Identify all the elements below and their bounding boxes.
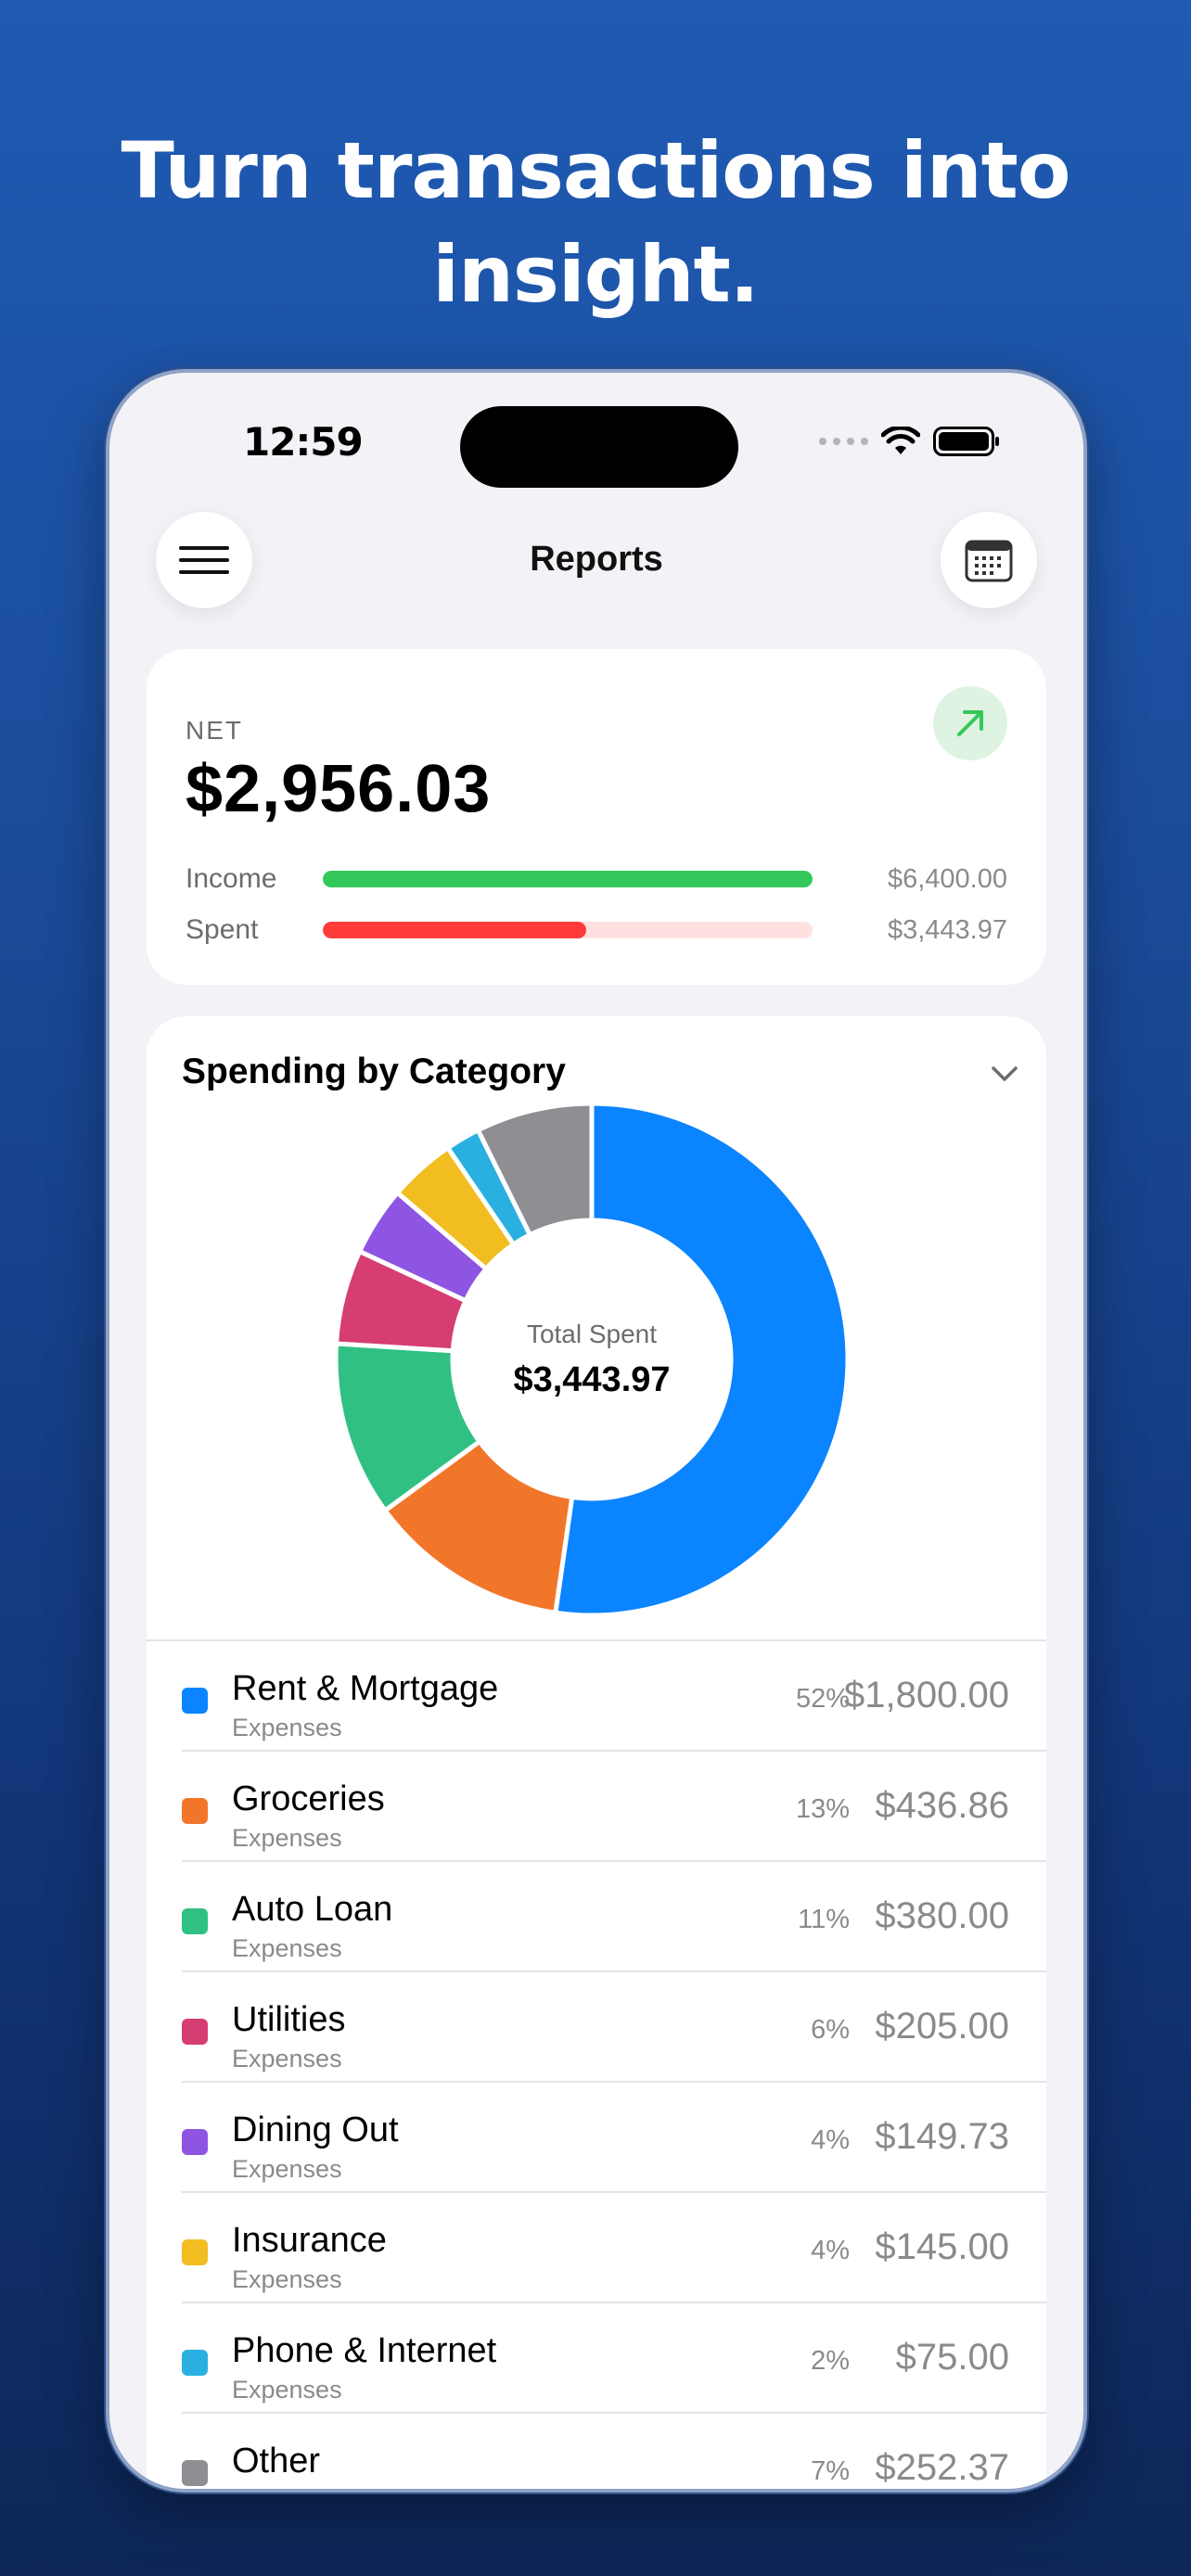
category-percent: 4% — [811, 2125, 850, 2155]
category-group: Expenses — [232, 1934, 342, 1962]
spending-donut-chart[interactable]: Total Spent $3,443.97 — [332, 1100, 852, 1619]
category-color-swatch — [182, 2350, 208, 2376]
trend-button[interactable] — [933, 686, 1007, 760]
category-row-groceries[interactable]: Groceries Expenses 13% $436.86 — [182, 1752, 1046, 1862]
chevron-down-icon[interactable] — [991, 1065, 1018, 1083]
category-color-swatch — [182, 1688, 208, 1714]
category-percent: 4% — [811, 2236, 850, 2265]
donut-center-label: Total Spent — [527, 1320, 657, 1348]
category-row-auto-loan[interactable]: Auto Loan Expenses 11% $380.00 — [182, 1862, 1046, 1972]
income-row: Income $6,400.00 — [186, 861, 1007, 898]
category-row-insurance[interactable]: Insurance Expenses 4% $145.00 — [182, 2193, 1046, 2303]
category-name: Phone & Internet — [232, 2331, 497, 2370]
category-name: Other — [232, 2442, 321, 2480]
category-percent: 13% — [795, 1794, 850, 1824]
net-value: $2,956.03 — [186, 752, 492, 826]
spending-by-category-card: Spending by Category Total Spent $3,443.… — [147, 1016, 1046, 2489]
category-name: Dining Out — [232, 2111, 399, 2149]
category-color-swatch — [182, 2239, 208, 2265]
category-group: Expenses — [232, 1714, 342, 1741]
category-row-utilities[interactable]: Utilities Expenses 6% $205.00 — [182, 1972, 1046, 2083]
spent-bar-fill — [323, 922, 587, 938]
spent-bar-track — [323, 922, 813, 938]
category-color-swatch — [182, 2460, 208, 2486]
category-amount: $145.00 — [875, 2226, 1009, 2267]
category-row-rent-mortgage[interactable]: Rent & Mortgage Expenses 52% $1,800.00 — [182, 1641, 1046, 1752]
phone-frame: 12:59 Reports NET $2,956.03 Income $6,40… — [106, 369, 1087, 2493]
category-amount: $149.73 — [875, 2116, 1009, 2157]
category-amount: $436.86 — [875, 1785, 1009, 1826]
category-group: Expenses — [232, 2265, 342, 2293]
category-row-other[interactable]: Other 7% $252.37 — [182, 2414, 1046, 2489]
category-name: Utilities — [232, 2000, 346, 2039]
spent-label: Spent — [186, 914, 259, 945]
category-row-phone-internet[interactable]: Phone & Internet Expenses 2% $75.00 — [182, 2303, 1046, 2414]
category-group: Expenses — [232, 1824, 342, 1852]
income-label: Income — [186, 863, 277, 894]
category-name: Groceries — [232, 1779, 385, 1818]
category-name: Insurance — [232, 2221, 387, 2260]
income-bar-track — [323, 871, 813, 887]
donut-slice-rent-mortgage[interactable] — [553, 1101, 851, 1618]
category-amount: $75.00 — [895, 2337, 1009, 2378]
income-amount: $6,400.00 — [887, 863, 1007, 894]
category-group: Expenses — [232, 2155, 342, 2183]
headline-line-2: insight. — [432, 229, 759, 320]
category-percent: 7% — [811, 2456, 850, 2486]
income-bar-fill — [323, 871, 813, 887]
category-amount: $205.00 — [875, 2006, 1009, 2047]
category-row-dining-out[interactable]: Dining Out Expenses 4% $149.73 — [182, 2083, 1046, 2193]
category-amount: $1,800.00 — [844, 1675, 1009, 1715]
spent-row: Spent $3,443.97 — [186, 912, 1007, 949]
net-summary-card[interactable]: NET $2,956.03 Income $6,400.00 Spent $3,… — [147, 649, 1046, 985]
arrow-up-right-icon — [957, 710, 983, 736]
dynamic-island — [460, 406, 738, 488]
nav-title: Reports — [530, 540, 663, 579]
net-label: NET — [186, 716, 243, 745]
category-color-swatch — [182, 2129, 208, 2155]
category-color-swatch — [182, 1798, 208, 1824]
category-color-swatch — [182, 2019, 208, 2045]
calendar-button[interactable] — [941, 512, 1037, 608]
spending-title: Spending by Category — [182, 1052, 566, 1091]
calendar-icon — [965, 540, 1013, 582]
status-time: 12:59 — [243, 419, 364, 465]
category-percent: 52% — [795, 1684, 850, 1714]
category-group: Expenses — [232, 2045, 342, 2072]
headline: Turn transactions into insight. — [0, 119, 1191, 326]
battery-icon — [933, 427, 999, 456]
status-icons — [819, 427, 999, 456]
category-percent: 2% — [811, 2346, 850, 2376]
category-amount: $252.37 — [875, 2447, 1009, 2488]
category-group: Expenses — [232, 2376, 342, 2404]
category-name: Auto Loan — [232, 1890, 393, 1929]
category-percent: 6% — [811, 2015, 850, 2045]
wifi-icon — [881, 427, 920, 454]
spent-amount: $3,443.97 — [887, 914, 1007, 945]
category-percent: 11% — [798, 1905, 850, 1934]
donut-center-value: $3,443.97 — [513, 1360, 670, 1399]
headline-line-1: Turn transactions into — [121, 125, 1070, 216]
category-name: Rent & Mortgage — [232, 1669, 499, 1708]
category-amount: $380.00 — [875, 1895, 1009, 1936]
cellular-signal-icon — [819, 438, 868, 445]
category-color-swatch — [182, 1908, 208, 1934]
